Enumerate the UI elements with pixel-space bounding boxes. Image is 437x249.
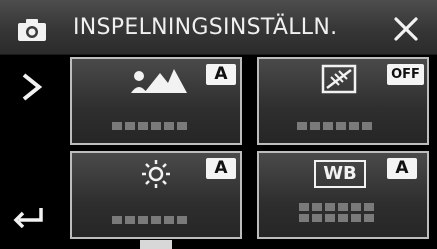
close-icon[interactable] (393, 16, 419, 42)
tile-scene[interactable]: A (70, 57, 242, 145)
return-arrow-icon[interactable] (13, 202, 47, 228)
brightness-sun-icon (142, 160, 170, 188)
tile-brightness[interactable]: A (70, 151, 242, 239)
wb-icon: WB (314, 160, 366, 188)
title-bar: INSPELNINGSINSTÄLLN. (0, 0, 437, 55)
backlight-badge: OFF (387, 64, 424, 85)
camera-icon (18, 19, 46, 41)
wb-value-placeholder (299, 203, 377, 225)
brightness-value-placeholder (112, 216, 190, 224)
chevron-right-icon[interactable] (21, 72, 43, 102)
page-title: INSPELNINGSINSTÄLLN. (73, 15, 338, 40)
tile-backlight[interactable]: OFF (257, 57, 429, 145)
backlight-value-placeholder (297, 122, 375, 130)
tile-white-balance[interactable]: WB A (257, 151, 429, 239)
wb-badge: A (387, 158, 417, 179)
brightness-badge: A (206, 158, 236, 179)
scene-value-placeholder (112, 122, 190, 130)
scene-badge: A (206, 64, 236, 85)
backlight-compensation-icon (321, 64, 357, 94)
scene-mountain-person-icon (131, 69, 187, 93)
scroll-indicator[interactable] (140, 240, 172, 249)
